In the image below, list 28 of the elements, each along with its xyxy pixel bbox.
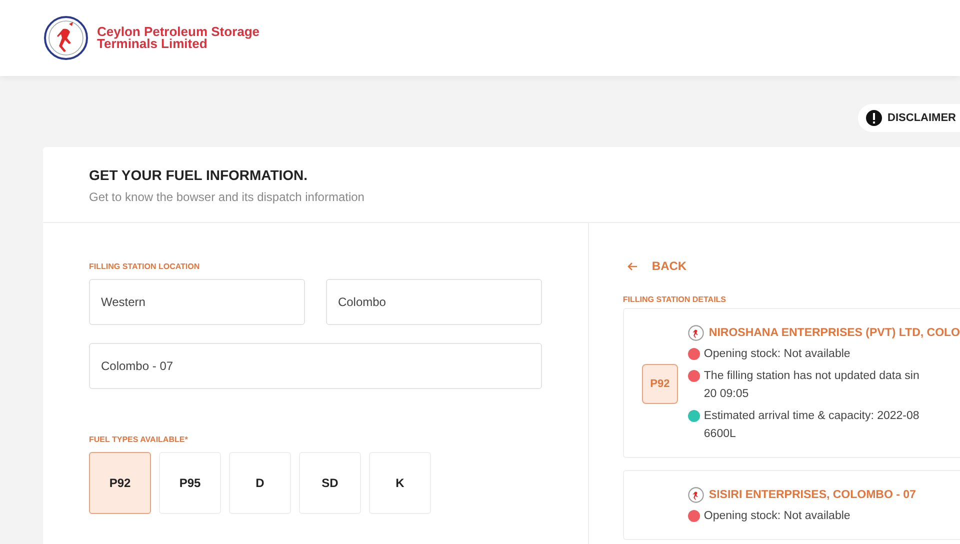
- province-field[interactable]: Western: [89, 279, 305, 325]
- section-label: FUEL TYPES AVAILABLE*: [89, 435, 188, 444]
- fuel-type-button[interactable]: D: [229, 452, 291, 514]
- runner-logo-icon: [688, 325, 704, 341]
- left-arrow-icon: [626, 262, 638, 270]
- fuel-type-button[interactable]: P95: [159, 452, 221, 514]
- page-subtitle: Get to know the bowser and its dispatch information: [89, 190, 366, 204]
- fuel-type-button[interactable]: P92: [89, 452, 151, 514]
- organization-name: Ceylon Petroleum Storage: [97, 26, 260, 38]
- station-name: SISIRI ENTERPRISES, COLOMBO - 07: [708, 489, 916, 501]
- fuel-type-button[interactable]: K: [369, 452, 431, 514]
- station-name: NIROSHANA ENTERPRISES (PVT) LTD, COLO: [708, 327, 960, 339]
- page-title: GET YOUR FUEL INFORMATION.: [89, 167, 309, 183]
- fuel-badge: P92: [642, 364, 678, 404]
- section-label: FILLING STATION LOCATION: [89, 262, 200, 271]
- runner-logo-icon: [688, 487, 704, 503]
- city-field[interactable]: Colombo - 07: [89, 343, 542, 389]
- district-field[interactable]: Colombo: [326, 279, 542, 325]
- status-text: Estimated arrival time & capacity: 2022-08 6600L: [702, 409, 920, 442]
- status-text: Opening stock: Not available: [702, 347, 850, 362]
- section-label: FILLING STATION DETAILS: [622, 295, 726, 304]
- status-text: Opening stock: Not available: [702, 509, 850, 524]
- organization-name: Terminals Limited: [97, 38, 208, 50]
- runner-logo-icon: [43, 15, 89, 61]
- disclaimer-button[interactable]: DISCLAIMER: [858, 104, 960, 132]
- exclamation-icon: [866, 110, 882, 126]
- fuel-type-button[interactable]: SD: [299, 452, 361, 514]
- status-text: The filling station has not updated data sin 20 09:05: [702, 369, 920, 402]
